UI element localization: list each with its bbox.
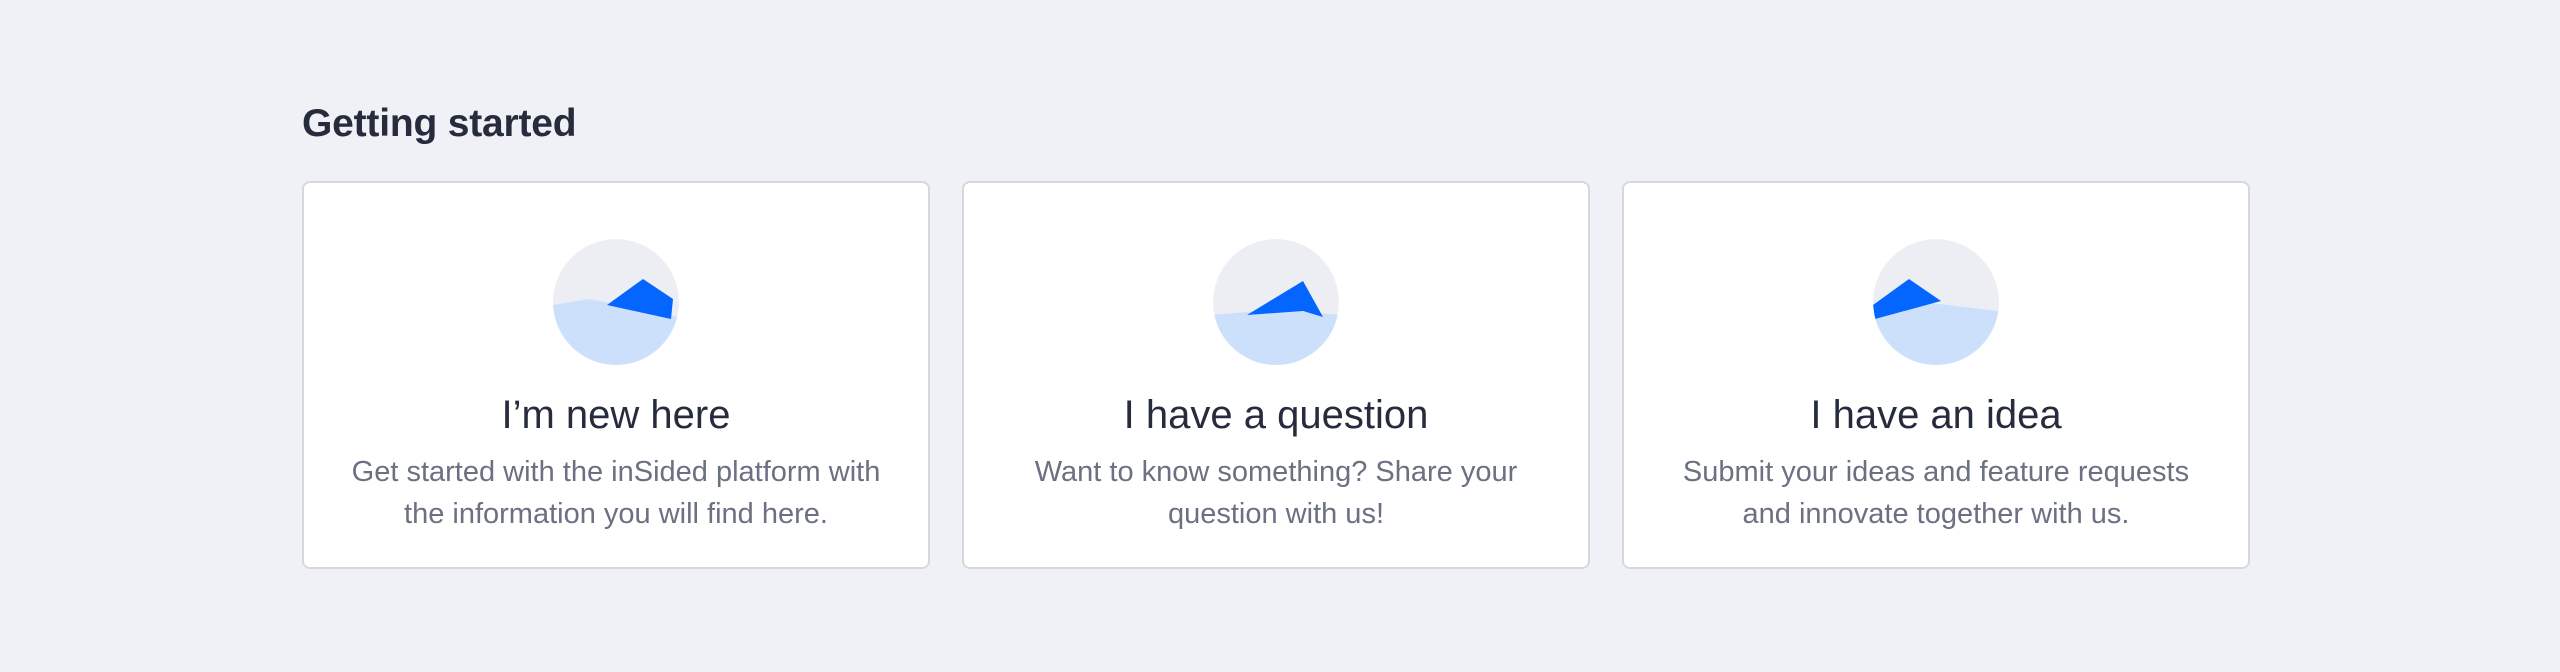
card-idea[interactable]: I have an idea Submit your ideas and fea… [1622, 181, 2250, 569]
section-title: Getting started [302, 102, 577, 145]
mountain-illustration-icon [553, 239, 679, 365]
card-title: I’m new here [501, 393, 731, 437]
card-description: Want to know something? Share your quest… [1034, 456, 1518, 530]
mountain-illustration-icon [1873, 239, 1999, 365]
card-title: I have an idea [1810, 393, 2062, 437]
getting-started-cards: I’m new here Get started with the inSide… [302, 181, 2256, 569]
mountain-illustration-icon [1213, 239, 1339, 365]
card-question[interactable]: I have a question Want to know something… [962, 181, 1590, 569]
card-description: Get started with the inSided platform wi… [351, 456, 881, 530]
card-title: I have a question [1123, 393, 1429, 437]
card-description: Submit your ideas and feature requests a… [1682, 456, 2190, 530]
getting-started-section: Getting started I’m new here Get started… [302, 100, 2256, 569]
card-new-here[interactable]: I’m new here Get started with the inSide… [302, 181, 930, 569]
